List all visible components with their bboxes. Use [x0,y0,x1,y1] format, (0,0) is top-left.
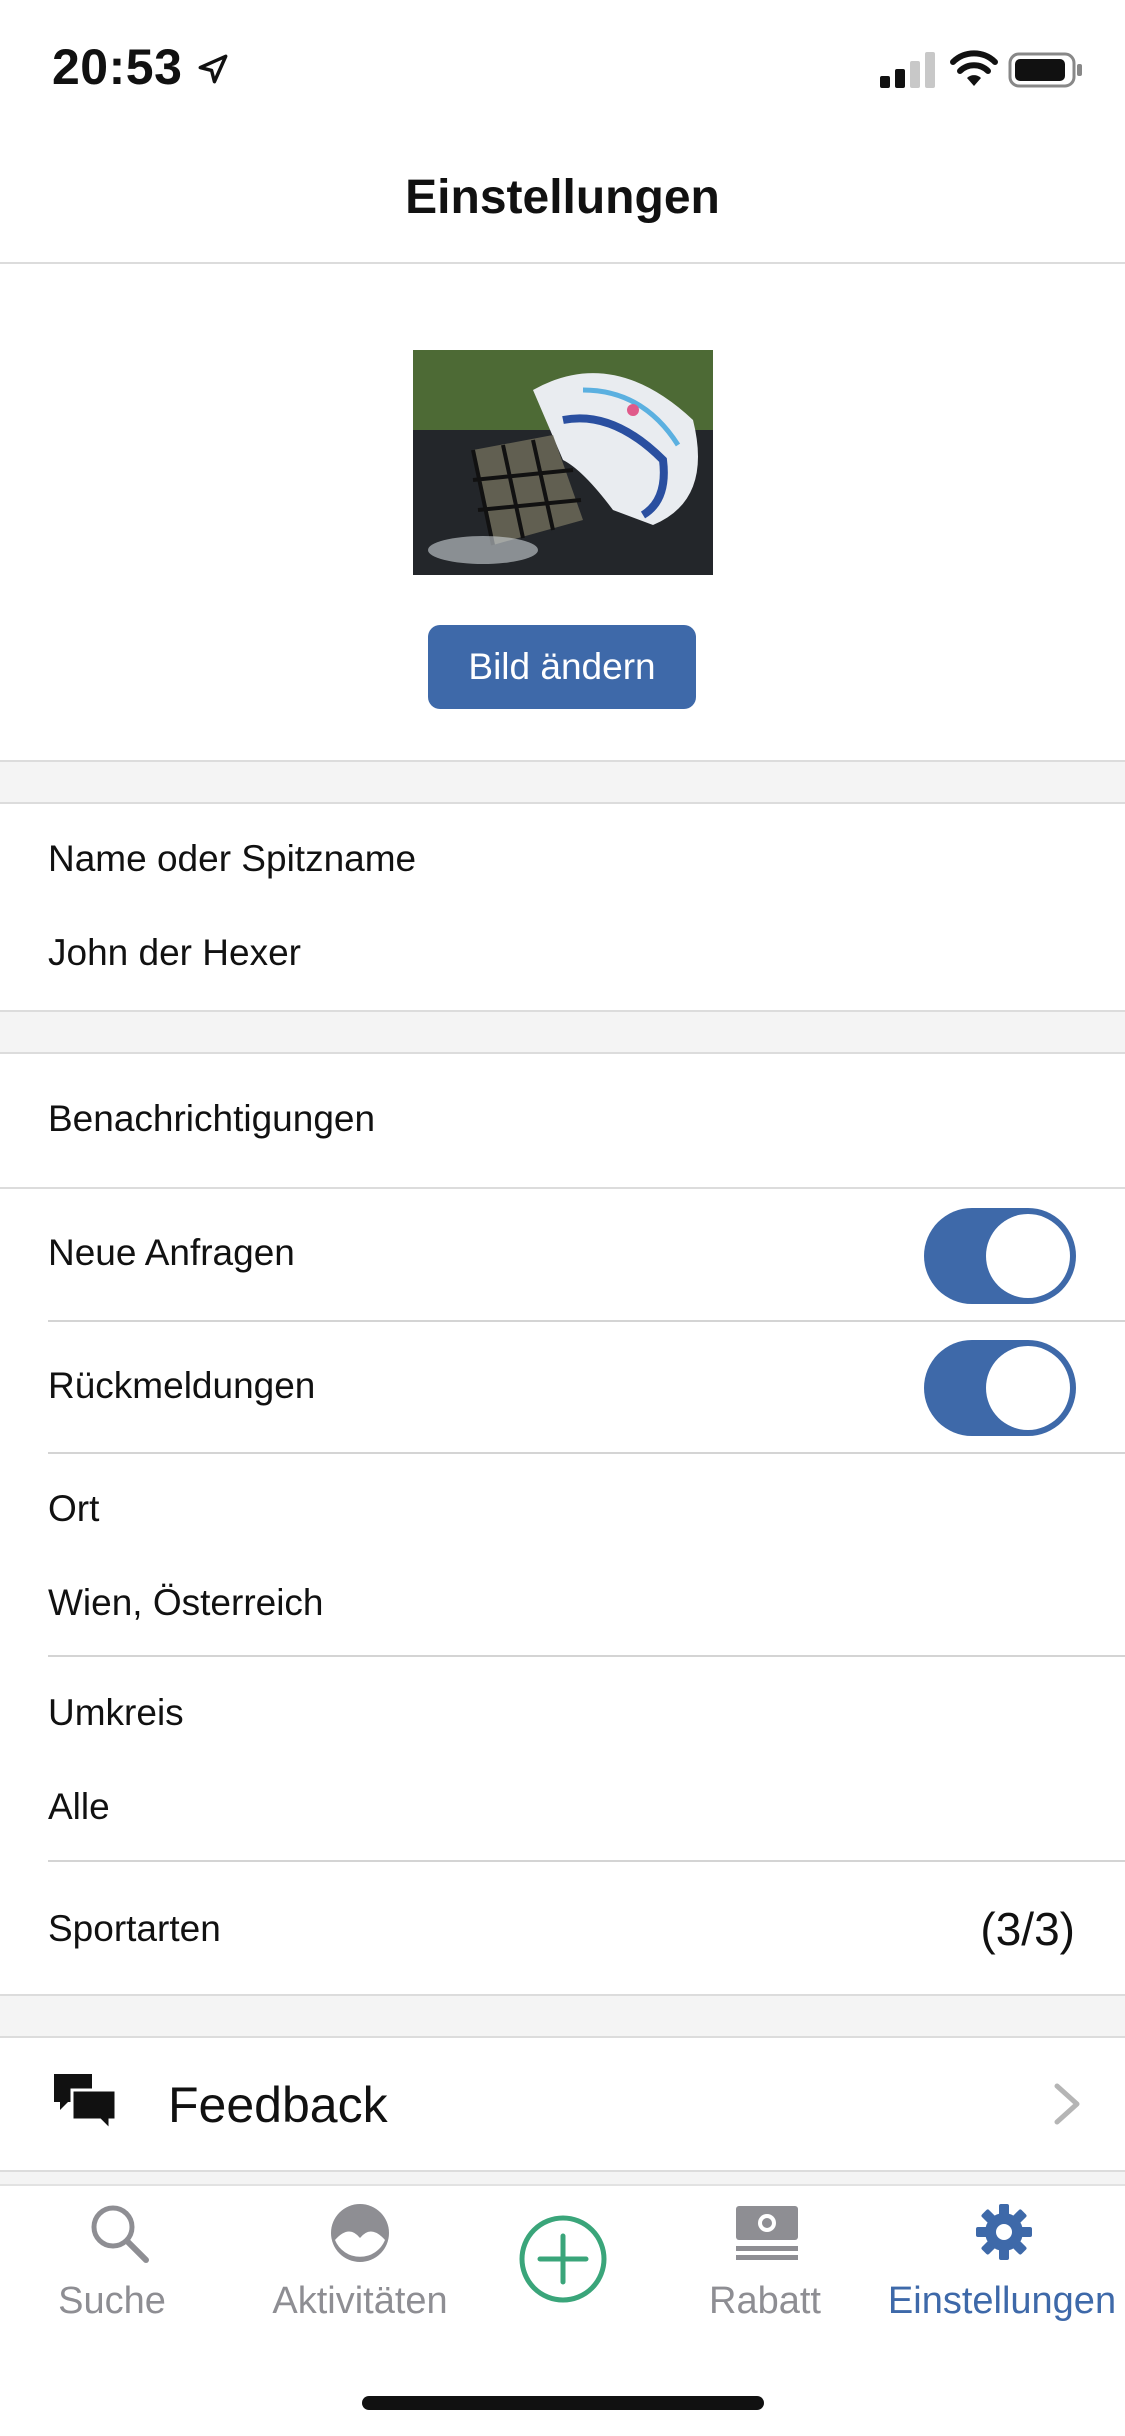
add-circle-icon [519,2215,607,2303]
section-gap [0,1996,1125,2036]
gear-icon [976,2204,1032,2260]
home-indicator [362,2396,764,2410]
location-arrow-icon [198,54,228,84]
location-field[interactable]: Wien, Österreich [48,1582,324,1624]
row-divider [48,1860,1125,1862]
profile-image [413,350,713,575]
name-label: Name oder Spitzname [48,838,417,879]
section-gap [0,1012,1125,1052]
tab-add[interactable] [500,2186,625,2346]
toggle-knob [986,1214,1070,1298]
name-field[interactable]: John der Hexer [48,932,301,974]
search-icon [91,2205,149,2263]
change-image-button[interactable]: Bild ändern [428,625,696,709]
discount-icon [736,2206,798,2260]
sports-label[interactable]: Sportarten [48,1908,221,1950]
chat-bubbles-icon [54,2074,118,2132]
tab-label: Suche [58,2280,166,2322]
feedback-replies-toggle[interactable] [924,1340,1076,1436]
tab-activities[interactable]: Aktivitäten [230,2186,490,2346]
tab-search[interactable]: Suche [0,2186,225,2346]
activities-icon [331,2204,389,2262]
new-requests-toggle[interactable] [924,1208,1076,1304]
section-divider [0,802,1125,804]
wifi-icon [950,50,998,86]
tab-label: Einstellungen [887,2280,1117,2322]
status-time: 20:53 [52,39,183,95]
tab-label: Aktivitäten [272,2280,448,2322]
row-divider [48,1320,1125,1322]
radius-field[interactable]: Alle [48,1786,110,1828]
feedback-replies-label: Rückmeldungen [48,1365,316,1406]
feedback-label: Feedback [168,2077,388,2133]
row-divider [0,1187,1125,1189]
battery-icon [1008,52,1082,88]
section-gap [0,762,1125,802]
new-requests-label: Neue Anfragen [48,1232,295,1273]
header-divider [0,262,1125,264]
chevron-right-icon [1054,2083,1080,2125]
cellular-signal-icon [880,52,935,88]
row-divider [48,1655,1125,1657]
tab-label: Rabatt [709,2280,821,2322]
page-title: Einstellungen [405,171,720,224]
toggle-knob [986,1346,1070,1430]
tab-bar-gap [0,2172,1125,2184]
radius-label: Umkreis [48,1692,184,1733]
section-divider [0,1052,1125,1054]
sports-count: (3/3) [980,1903,1075,1955]
row-divider [48,1452,1125,1454]
location-label: Ort [48,1488,100,1529]
tab-settings[interactable]: Einstellungen [880,2186,1125,2346]
tab-discount[interactable]: Rabatt [635,2186,895,2346]
notifications-heading: Benachrichtigungen [48,1098,376,1139]
